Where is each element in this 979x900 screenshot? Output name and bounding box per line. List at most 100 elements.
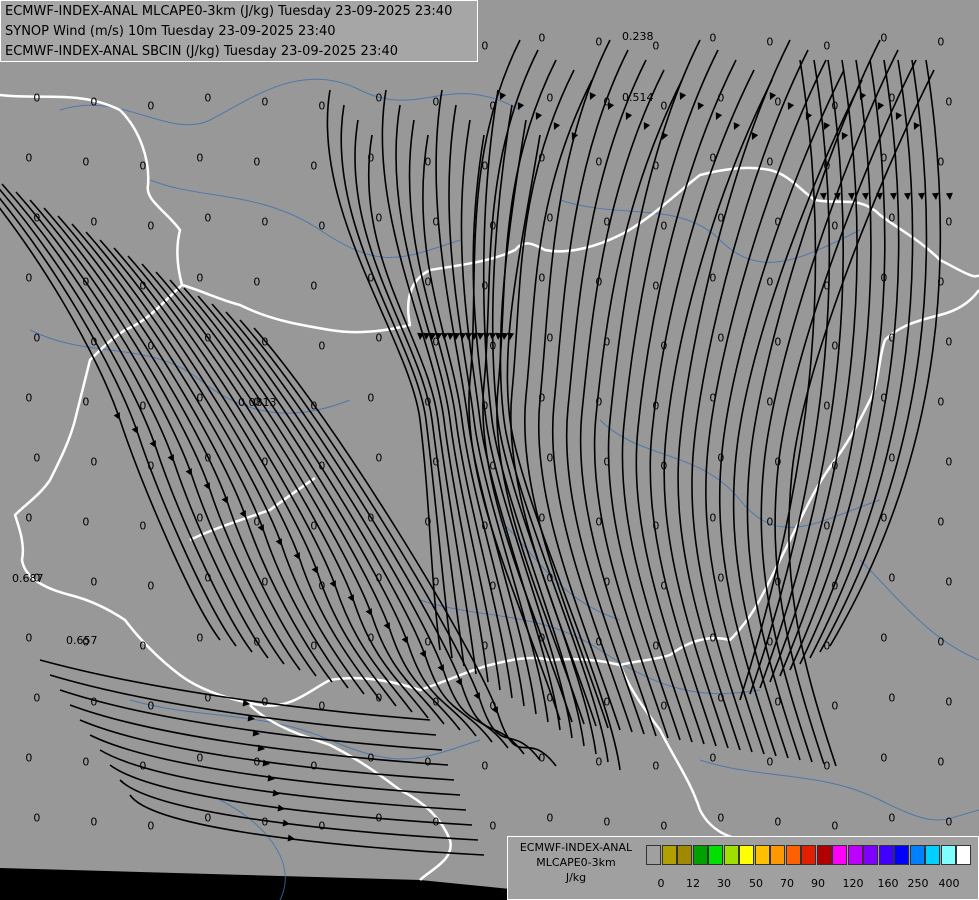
- cape-value: 0: [709, 151, 716, 164]
- cape-value: 0: [880, 391, 887, 404]
- cape-value: 0: [717, 571, 724, 584]
- cape-value: 0: [318, 819, 325, 832]
- cape-value: 0: [432, 215, 439, 228]
- legend-swatch: [692, 845, 708, 865]
- cape-value: 0: [489, 819, 496, 832]
- legend-swatch: [770, 845, 785, 865]
- header-line-wind: SYNOP Wind (m/s) 10m Tuesday 23-09-2025 …: [5, 24, 336, 39]
- cape-value: 0: [424, 635, 431, 648]
- cape-value: 0: [489, 459, 496, 472]
- cape-value: 0: [261, 215, 268, 228]
- legend-swatch: [925, 845, 940, 865]
- cape-value: 0: [310, 159, 317, 172]
- cape-value: 0: [25, 751, 32, 764]
- legend-swatch: [816, 845, 832, 865]
- cape-value: 0: [261, 815, 268, 828]
- cape-value: 0: [147, 99, 154, 112]
- cape-value: 0: [253, 515, 260, 528]
- cape-value: 0: [717, 691, 724, 704]
- cape-value: 0: [90, 575, 97, 588]
- cape-value: 0: [33, 331, 40, 344]
- cape-value: 0: [432, 335, 439, 348]
- cape-value: 0: [603, 695, 610, 708]
- cape-value: 0: [432, 575, 439, 588]
- legend-swatch: [723, 845, 739, 865]
- cape-value: 0: [261, 575, 268, 588]
- cape-value: 0: [489, 219, 496, 232]
- cape-value: 0: [432, 815, 439, 828]
- cape-value: 0: [831, 699, 838, 712]
- cape-value: 0: [945, 575, 952, 588]
- legend-tick-label: 70: [780, 877, 794, 890]
- header-line-cin: ECMWF-INDEX-ANAL SBCIN (J/kg) Tuesday 23…: [5, 44, 399, 59]
- legend-swatch: [754, 845, 770, 865]
- cape-value: 0: [652, 399, 659, 412]
- cape-value: 0: [888, 811, 895, 824]
- cape-value: 0: [375, 91, 382, 104]
- cape-value: 0: [595, 35, 602, 48]
- cape-value: 0: [717, 811, 724, 824]
- legend-tick-label: 12: [686, 877, 700, 890]
- cape-value: 0: [481, 759, 488, 772]
- cape-value: 0: [774, 695, 781, 708]
- cape-value: 0: [90, 335, 97, 348]
- cape-value: 0: [375, 811, 382, 824]
- cape-value: 0: [660, 219, 667, 232]
- cape-value: 0: [538, 511, 545, 524]
- cape-value: 0: [595, 275, 602, 288]
- cape-value: 0: [481, 279, 488, 292]
- cape-value: 0: [310, 519, 317, 532]
- cape-value: 0: [709, 31, 716, 44]
- legend-title-parameter: MLCAPE0-3km: [536, 856, 616, 869]
- cape-value: 0: [945, 95, 952, 108]
- cape-value: 0: [25, 151, 32, 164]
- cape-value: 0: [481, 399, 488, 412]
- cape-value: 0: [831, 579, 838, 592]
- cape-value: 0: [367, 511, 374, 524]
- cape-value: 0: [945, 215, 952, 228]
- legend-swatch: [909, 845, 925, 865]
- cape-value: 0: [546, 571, 553, 584]
- cape-value: 0: [196, 631, 203, 644]
- cape-value: 0: [880, 31, 887, 44]
- cape-value: 0: [538, 271, 545, 284]
- cape-value: 0: [432, 455, 439, 468]
- cape-value: 0: [660, 459, 667, 472]
- legend-swatch: [646, 845, 661, 865]
- cape-value: 0: [204, 211, 211, 224]
- cape-value: 0: [766, 155, 773, 168]
- cape-value: 0: [90, 95, 97, 108]
- cape-value: 0: [204, 811, 211, 824]
- cape-value: 0: [538, 631, 545, 644]
- cape-value: 0: [880, 511, 887, 524]
- cape-value: 0: [546, 451, 553, 464]
- cape-value: 0: [82, 755, 89, 768]
- cape-value: 0: [774, 815, 781, 828]
- cape-value: 0: [603, 575, 610, 588]
- cape-value: 0: [489, 579, 496, 592]
- cape-value: 0: [147, 339, 154, 352]
- cape-value: 0: [546, 331, 553, 344]
- color-legend: ECMWF-INDEX-ANAL MLCAPE0-3km J/kg 0 12 30 5…: [507, 836, 979, 900]
- cape-value: 0: [937, 635, 944, 648]
- cape-value: 0: [147, 459, 154, 472]
- weather-map[interactable]: 0 0 0 0 0 0 0 0 0 0 0 0 0 0 0 0 0 0 0 0 0 0 0 0 0 0 0 0 0 0 0 0 0 0 0 0 0 0 0 0…: [0, 0, 979, 900]
- cape-value: 0: [945, 455, 952, 468]
- cape-value: 0: [774, 95, 781, 108]
- cape-value: 0: [318, 699, 325, 712]
- cape-value: 0: [261, 95, 268, 108]
- cape-value: 0: [139, 159, 146, 172]
- cape-value: 0: [880, 151, 887, 164]
- cape-value: 0: [82, 275, 89, 288]
- cape-value: 0: [831, 819, 838, 832]
- header-line-cape: ECMWF-INDEX-ANAL MLCAPE0-3km (J/kg) Tues…: [5, 4, 453, 19]
- cape-value: 0: [424, 395, 431, 408]
- cape-value: 0: [481, 639, 488, 652]
- cape-value: 0: [375, 331, 382, 344]
- cape-value: 0: [33, 811, 40, 824]
- cape-value: 0: [90, 455, 97, 468]
- cape-value: 0: [367, 631, 374, 644]
- cape-value: 0: [538, 391, 545, 404]
- cape-value: 0: [139, 639, 146, 652]
- cape-value: 0: [147, 579, 154, 592]
